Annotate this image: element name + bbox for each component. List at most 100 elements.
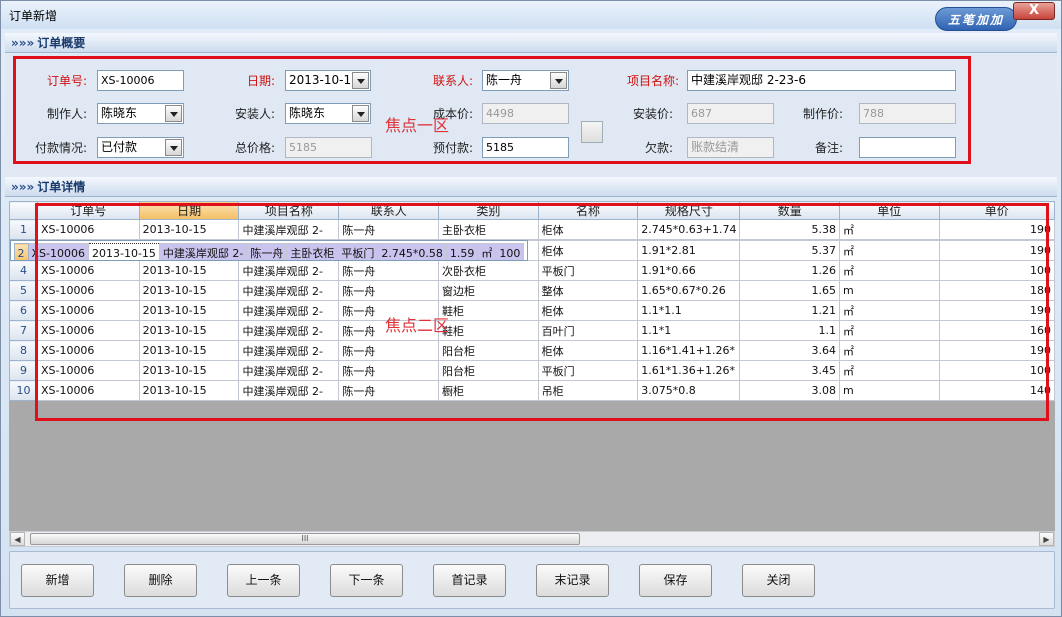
corner-header[interactable] bbox=[9, 201, 38, 220]
table-cell[interactable]: 2013-10-15 bbox=[138, 320, 240, 341]
table-cell[interactable]: 1.91*2.81 bbox=[637, 240, 741, 261]
project-input[interactable]: 中建溪岸观邸 2-23-6 bbox=[687, 70, 956, 91]
table-cell[interactable]: 3.64 bbox=[739, 340, 841, 361]
scroll-thumb[interactable]: III bbox=[30, 533, 580, 545]
table-cell[interactable]: 160 bbox=[938, 320, 1055, 341]
column-header[interactable]: 联系人 bbox=[338, 201, 439, 220]
ime-brand-badge[interactable]: 五笔加加 bbox=[935, 7, 1017, 31]
table-cell[interactable]: 中建溪岸观邸 2- bbox=[238, 219, 340, 240]
table-cell[interactable]: XS-10006 bbox=[36, 360, 140, 381]
table-cell[interactable]: 主卧衣柜 bbox=[286, 243, 339, 260]
table-cell[interactable]: 陈一舟 bbox=[246, 243, 288, 260]
table-row[interactable]: 5 XS-10006 2013-10-15 中建溪岸观邸 2- 陈一舟 窗边柜 整体 1.65… bbox=[9, 280, 1055, 301]
table-row[interactable]: 1 XS-10006 2013-10-15 中建溪岸观邸 2- 陈一舟 主卧衣柜 柜体 2.7… bbox=[9, 219, 1055, 240]
order-no-input[interactable]: XS-10006 bbox=[97, 70, 184, 91]
table-cell[interactable]: 平板门 bbox=[537, 260, 639, 281]
table-cell[interactable]: 柜体 bbox=[537, 300, 639, 321]
details-grid[interactable]: 订单号 日期 项目名称 联系人 类别 名称 规格尺寸 数量 单位 单价 1 XS-… bbox=[9, 201, 1055, 531]
table-cell[interactable]: ㎡ bbox=[477, 243, 497, 260]
chevron-down-icon[interactable] bbox=[550, 72, 567, 89]
toggle-checkbox[interactable] bbox=[581, 121, 603, 143]
horizontal-scrollbar[interactable]: ◀ III ▶ bbox=[9, 531, 1055, 547]
table-cell[interactable]: ㎡ bbox=[839, 320, 940, 341]
column-header[interactable]: 项目名称 bbox=[238, 201, 340, 220]
payment-status-select[interactable]: 已付款 bbox=[97, 137, 184, 158]
table-cell[interactable]: XS-10006 bbox=[36, 380, 140, 401]
table-cell[interactable]: 1.91*0.66 bbox=[637, 260, 741, 281]
table-cell[interactable]: 陈一舟 bbox=[338, 360, 439, 381]
row-number[interactable]: 7 bbox=[9, 320, 38, 341]
table-cell[interactable]: 中建溪岸观邸 2- bbox=[158, 243, 248, 260]
table-cell[interactable]: 3.08 bbox=[739, 380, 841, 401]
table-cell[interactable]: XS-10006 bbox=[36, 219, 140, 240]
table-cell[interactable]: 陈一舟 bbox=[338, 219, 439, 240]
table-cell[interactable]: 190 bbox=[938, 240, 1055, 261]
table-cell[interactable]: 中建溪岸观邸 2- bbox=[238, 360, 340, 381]
table-cell[interactable]: 2013-10-15 bbox=[138, 340, 240, 361]
column-header[interactable]: 名称 bbox=[537, 201, 639, 220]
close-window-button[interactable]: X bbox=[1013, 2, 1055, 20]
table-row[interactable]: 9 XS-10006 2013-10-15 中建溪岸观邸 2- 陈一舟 阳台柜 平板门 1.6… bbox=[9, 360, 1055, 381]
table-cell[interactable]: 鞋柜 bbox=[438, 300, 539, 321]
table-cell[interactable]: XS-10006 bbox=[36, 260, 140, 281]
table-cell[interactable]: ㎡ bbox=[839, 300, 940, 321]
scroll-right-icon[interactable]: ▶ bbox=[1039, 532, 1054, 546]
table-cell[interactable]: ㎡ bbox=[839, 260, 940, 281]
contact-select[interactable]: 陈一舟 bbox=[482, 70, 569, 91]
save-button[interactable]: 保存 bbox=[639, 564, 712, 597]
table-cell[interactable]: 2013-10-15 bbox=[138, 300, 240, 321]
table-cell[interactable]: 100 bbox=[938, 260, 1055, 281]
table-cell[interactable]: 1.26 bbox=[739, 260, 841, 281]
column-header[interactable]: 单位 bbox=[839, 201, 940, 220]
table-cell[interactable]: 100 bbox=[938, 360, 1055, 381]
table-cell[interactable]: 窗边柜 bbox=[438, 280, 539, 301]
table-cell[interactable]: 平板门 bbox=[337, 243, 379, 260]
row-number[interactable]: 9 bbox=[9, 360, 38, 381]
close-button[interactable]: 关闭 bbox=[742, 564, 815, 597]
table-cell[interactable]: 平板门 bbox=[537, 360, 639, 381]
table-cell[interactable]: 2013-10-15 bbox=[138, 280, 240, 301]
table-cell[interactable]: 主卧衣柜 bbox=[438, 219, 539, 240]
column-header[interactable]: 订单号 bbox=[36, 201, 140, 220]
table-cell[interactable]: 阳台柜 bbox=[438, 340, 539, 361]
chevron-down-icon[interactable] bbox=[165, 105, 182, 122]
table-cell[interactable]: 1.59 bbox=[445, 243, 479, 260]
table-cell[interactable]: 陈一舟 bbox=[338, 340, 439, 361]
table-cell[interactable]: XS-10006 bbox=[27, 243, 89, 260]
table-cell[interactable]: 柜体 bbox=[537, 219, 639, 240]
table-cell[interactable]: 190 bbox=[938, 340, 1055, 361]
table-cell[interactable]: ㎡ bbox=[839, 340, 940, 361]
date-picker[interactable]: 2013-10-15 bbox=[285, 70, 371, 91]
last-record-button[interactable]: 末记录 bbox=[536, 564, 609, 597]
scroll-left-icon[interactable]: ◀ bbox=[10, 532, 25, 546]
table-cell[interactable]: 1.65 bbox=[739, 280, 841, 301]
table-cell[interactable]: 2.745*0.63+1.74 bbox=[637, 219, 741, 240]
table-cell[interactable]: m bbox=[839, 280, 940, 301]
table-cell[interactable]: 柜体 bbox=[537, 340, 639, 361]
table-cell[interactable]: 鞋柜 bbox=[438, 320, 539, 341]
installer-select[interactable]: 陈晓东 bbox=[285, 103, 371, 124]
table-cell[interactable]: 整体 bbox=[537, 280, 639, 301]
table-cell[interactable]: 2013-10-15 bbox=[87, 243, 160, 260]
table-cell[interactable]: 1.61*1.36+1.26* bbox=[637, 360, 741, 381]
table-cell[interactable]: XS-10006 bbox=[36, 340, 140, 361]
table-cell[interactable]: ㎡ bbox=[839, 219, 940, 240]
table-cell[interactable]: XS-10006 bbox=[36, 320, 140, 341]
next-button[interactable]: 下一条 bbox=[330, 564, 403, 597]
table-cell[interactable]: 陈一舟 bbox=[338, 260, 439, 281]
table-cell[interactable]: 1.65*0.67*0.26 bbox=[637, 280, 741, 301]
row-number[interactable]: 10 bbox=[9, 380, 38, 401]
table-cell[interactable]: 190 bbox=[938, 219, 1055, 240]
table-row[interactable]: 7 XS-10006 2013-10-15 中建溪岸观邸 2- 陈一舟 鞋柜 百叶门 1.1*… bbox=[9, 320, 1055, 341]
table-cell[interactable]: 中建溪岸观邸 2- bbox=[238, 320, 340, 341]
prepaid-input[interactable]: 5185 bbox=[482, 137, 569, 158]
table-cell[interactable]: ㎡ bbox=[839, 360, 940, 381]
table-cell[interactable]: 2.745*0.58 bbox=[377, 243, 447, 260]
table-cell[interactable]: 1.16*1.41+1.26* bbox=[637, 340, 741, 361]
table-cell[interactable]: 2013-10-15 bbox=[138, 260, 240, 281]
column-header[interactable]: 规格尺寸 bbox=[637, 201, 741, 220]
table-cell[interactable]: 柜体 bbox=[537, 240, 639, 261]
row-number[interactable]: 5 bbox=[9, 280, 38, 301]
table-cell[interactable]: 1.21 bbox=[739, 300, 841, 321]
table-cell[interactable]: 3.45 bbox=[739, 360, 841, 381]
